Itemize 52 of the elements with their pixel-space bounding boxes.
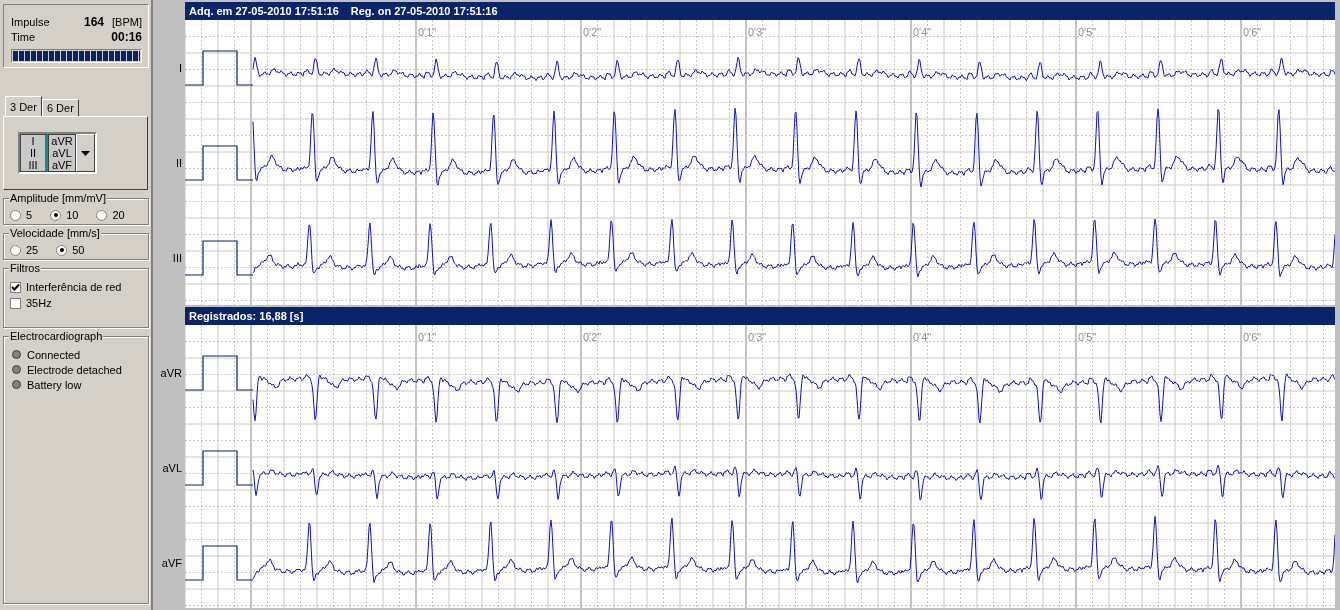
time-mark: 0'4" — [913, 331, 932, 343]
radio-option[interactable]: 50 — [56, 244, 85, 256]
lead-label: II — [175, 156, 182, 169]
lead-label: aVL — [162, 461, 182, 474]
group-title: Amplitude [mm/mV] — [9, 192, 107, 204]
calibration-pulse — [185, 450, 254, 486]
lead-label: III — [172, 251, 182, 264]
time-mark: 0'6" — [1243, 26, 1262, 38]
calibration-pulse — [185, 50, 254, 86]
calibration-pulse — [185, 145, 254, 181]
header-text: Adq. em 27-05-2010 17:51:16 — [189, 5, 339, 17]
lead-group-button[interactable]: I II III — [20, 134, 48, 172]
impulse-value: 164 — [84, 14, 105, 29]
time-mark: 0'4" — [913, 26, 932, 38]
header-text: Reg. on 27-05-2010 17:51:16 — [350, 5, 498, 17]
indicator-label: Battery low — [27, 378, 82, 391]
lead-label: I — [178, 61, 182, 74]
time-mark: 0'5" — [1078, 331, 1097, 343]
time-value: 00:16 — [111, 29, 142, 44]
group-title: Electrocardiograph — [9, 330, 104, 342]
radio-option[interactable]: 20 — [96, 209, 125, 221]
time-mark: 0'3" — [748, 26, 767, 38]
time-label: Time — [11, 30, 36, 43]
time-mark: 0'5" — [1078, 26, 1097, 38]
tab[interactable]: 3 Der — [5, 96, 42, 116]
checkbox-option[interactable]: Interferência de red — [10, 279, 144, 295]
checkbox-option[interactable]: 35Hz — [10, 295, 144, 311]
indicator-label: Connected — [27, 348, 81, 361]
lead-label: aVR — [160, 366, 182, 379]
header-text: Registrados: 16,88 [s] — [189, 310, 304, 322]
calibration-pulse — [185, 545, 254, 581]
time-mark: 0'2" — [583, 331, 602, 343]
lead-group-button[interactable]: aVR aVL aVF — [48, 134, 76, 172]
tab[interactable]: 6 Der — [41, 99, 79, 116]
radio-option[interactable]: 5 — [10, 209, 33, 221]
caret-icon — [81, 150, 90, 156]
radio-option[interactable]: 10 — [50, 209, 79, 221]
radio-option[interactable]: 25 — [10, 244, 39, 256]
time-mark: 0'2" — [583, 26, 602, 38]
impulse-label: Impulse — [11, 15, 50, 28]
calibration-pulse — [185, 355, 254, 391]
time-mark: 0'1" — [418, 26, 437, 38]
time-mark: 0'3" — [748, 331, 767, 343]
impulse-unit: [BPM] — [112, 15, 142, 28]
lead-label: aVF — [161, 556, 182, 569]
dropdown-button[interactable] — [76, 134, 95, 172]
calibration-pulse — [185, 240, 254, 276]
indicator-label: Electrode detached — [27, 363, 122, 376]
group-title: Velocidade [mm/s] — [9, 227, 101, 239]
time-mark: 0'1" — [418, 331, 437, 343]
group-title: Filtros — [9, 262, 41, 274]
time-mark: 0'6" — [1243, 331, 1262, 343]
